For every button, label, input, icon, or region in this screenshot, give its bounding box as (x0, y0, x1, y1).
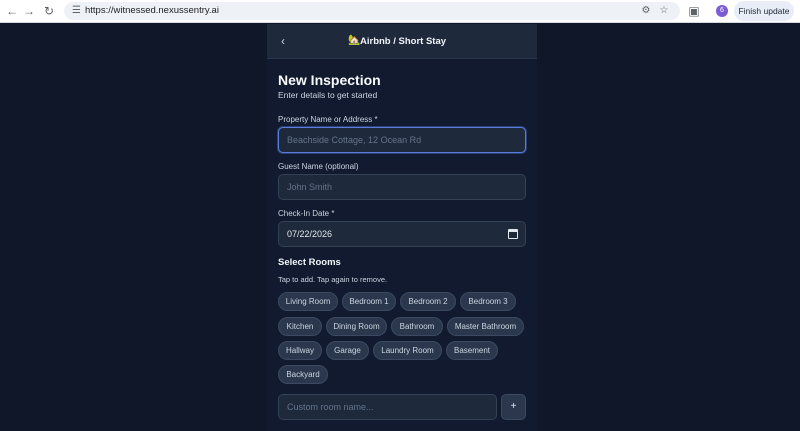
property-label: Property Name or Address * (278, 115, 378, 124)
room-chip-dining-room[interactable]: Dining Room (326, 317, 387, 336)
room-chip-garage[interactable]: Garage (326, 341, 369, 360)
header-title: Airbnb / Short Stay (360, 36, 447, 47)
page-title: New Inspection (278, 72, 381, 88)
room-chip-kitchen[interactable]: Kitchen (278, 317, 322, 336)
url-text: https://witnessed.nexussentry.ai (85, 5, 219, 16)
room-chip-bathroom[interactable]: Bathroom (391, 317, 443, 336)
app-panel: ‹ 🏡 Airbnb / Short Stay New Inspection E… (267, 24, 537, 431)
property-input[interactable]: Beachside Cottage, 12 Ocean Rd (278, 127, 526, 153)
guest-input[interactable]: John Smith (278, 174, 526, 200)
back-chevron-icon[interactable]: ‹ (275, 33, 291, 49)
property-placeholder: Beachside Cottage, 12 Ocean Rd (287, 135, 422, 145)
password-key-icon[interactable]: ⚙ (638, 3, 654, 19)
custom-room-input[interactable]: Custom room name... (278, 394, 497, 420)
checkin-label: Check-In Date * (278, 209, 335, 218)
address-bar[interactable]: ☰ https://witnessed.nexussentry.ai ⚙ ☆ (64, 2, 680, 20)
guest-placeholder: John Smith (287, 182, 333, 192)
checkin-date-input[interactable]: 07/22/2026 (278, 221, 526, 247)
site-settings-icon[interactable]: ☰ (70, 4, 83, 17)
room-chip-laundry-room[interactable]: Laundry Room (373, 341, 442, 360)
reading-mode-icon[interactable]: ▣ (686, 3, 702, 19)
room-chip-backyard[interactable]: Backyard (278, 365, 328, 384)
add-room-button[interactable]: + (501, 394, 526, 420)
bookmark-star-icon[interactable]: ☆ (656, 3, 672, 19)
finish-update-button[interactable]: Finish update (734, 1, 794, 21)
room-chip-bedroom-1[interactable]: Bedroom 1 (342, 292, 396, 311)
profile-avatar[interactable]: 6 (716, 5, 728, 17)
room-chip-bedroom-2[interactable]: Bedroom 2 (400, 292, 456, 311)
room-chip-bedroom-3[interactable]: Bedroom 3 (460, 292, 516, 311)
calendar-icon[interactable] (508, 229, 518, 239)
house-icon: 🏡 (348, 35, 361, 46)
room-chip-master-bathroom[interactable]: Master Bathroom (447, 317, 524, 336)
browser-toolbar: ← → ↻ ☰ https://witnessed.nexussentry.ai… (0, 0, 800, 23)
back-arrow-icon[interactable]: ← (4, 3, 20, 19)
app-header: ‹ 🏡 Airbnb / Short Stay (267, 24, 537, 59)
rooms-section-title: Select Rooms (278, 257, 341, 268)
forward-arrow-icon[interactable]: → (21, 3, 37, 19)
reload-icon[interactable]: ↻ (41, 3, 57, 19)
guest-label: Guest Name (optional) (278, 162, 359, 171)
page-subtitle: Enter details to get started (278, 90, 378, 100)
rooms-hint: Tap to add. Tap again to remove. (278, 275, 388, 284)
custom-room-placeholder: Custom room name... (287, 402, 374, 412)
room-chip-hallway[interactable]: Hallway (278, 341, 322, 360)
room-chip-basement[interactable]: Basement (446, 341, 498, 360)
room-chip-living-room[interactable]: Living Room (278, 292, 338, 311)
checkin-date-value: 07/22/2026 (287, 229, 333, 239)
